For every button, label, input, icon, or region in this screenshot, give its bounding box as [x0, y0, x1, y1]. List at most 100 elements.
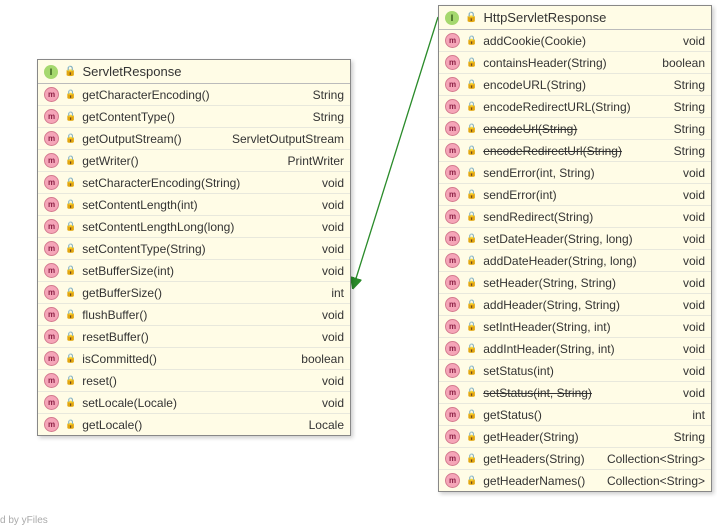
method-icon: m [445, 385, 460, 400]
method-signature: addDateHeader(String, long) [483, 254, 677, 268]
method-signature: getBufferSize() [82, 286, 325, 300]
method-signature: addCookie(Cookie) [483, 34, 677, 48]
method-signature: setStatus(int) [483, 364, 677, 378]
method-row: m🔒setStatus(int)void [439, 359, 711, 381]
lock-icon: 🔒 [65, 155, 76, 166]
lock-icon: 🔒 [65, 331, 76, 342]
method-signature: sendError(int) [483, 188, 677, 202]
class-header: I🔒HttpServletResponse [439, 6, 711, 30]
lock-icon: 🔒 [65, 177, 76, 188]
method-row: m🔒setContentLengthLong(long)void [38, 215, 350, 237]
method-icon: m [445, 165, 460, 180]
method-row: m🔒addIntHeader(String, int)void [439, 337, 711, 359]
method-return-type: String [674, 122, 705, 136]
method-return-type: Locale [309, 418, 344, 432]
method-row: m🔒setStatus(int, String)void [439, 381, 711, 403]
method-signature: getLocale() [82, 418, 302, 432]
method-icon: m [445, 319, 460, 334]
method-signature: encodeURL(String) [483, 78, 667, 92]
method-signature: getHeader(String) [483, 430, 667, 444]
lock-icon: 🔒 [466, 431, 477, 442]
lock-icon: 🔒 [466, 189, 477, 200]
method-icon: m [445, 407, 460, 422]
method-row: m🔒containsHeader(String)boolean [439, 51, 711, 73]
method-icon: m [44, 395, 59, 410]
method-icon: m [44, 241, 59, 256]
lock-icon: 🔒 [466, 35, 477, 46]
class-name: ServletResponse [82, 64, 181, 79]
lock-icon: 🔒 [65, 375, 76, 386]
method-signature: setContentLength(int) [82, 198, 316, 212]
class-name: HttpServletResponse [483, 10, 606, 25]
method-signature: containsHeader(String) [483, 56, 656, 70]
lock-icon: 🔒 [65, 353, 76, 364]
lock-icon: 🔒 [65, 397, 76, 408]
method-return-type: void [683, 166, 705, 180]
lock-icon: 🔒 [466, 321, 477, 332]
method-signature: setContentType(String) [82, 242, 316, 256]
method-row: m 🔒 getBufferSize() int [38, 281, 350, 303]
method-signature: setStatus(int, String) [483, 386, 677, 400]
method-signature: setBufferSize(int) [82, 264, 316, 278]
method-icon: m [44, 219, 59, 234]
lock-icon: 🔒 [65, 133, 76, 144]
method-return-type: String [674, 430, 705, 444]
method-icon: m [445, 143, 460, 158]
lock-icon: 🔒 [466, 299, 477, 310]
method-icon: m [445, 341, 460, 356]
lock-icon: 🔒 [466, 365, 477, 376]
method-return-type: void [683, 34, 705, 48]
method-signature: getHeaders(String) [483, 452, 601, 466]
method-return-type: void [683, 210, 705, 224]
method-row: m🔒encodeUrl(String)String [439, 117, 711, 139]
method-row: m🔒setDateHeader(String, long)void [439, 227, 711, 249]
class-header: I 🔒 ServletResponse [38, 60, 350, 84]
method-icon: m [445, 55, 460, 70]
lock-icon: 🔒 [466, 233, 477, 244]
method-return-type: int [692, 408, 705, 422]
class-box: I🔒HttpServletResponsem🔒addCookie(Cookie)… [438, 5, 712, 492]
method-icon: m [44, 417, 59, 432]
method-row: m🔒getWriter()PrintWriter [38, 149, 350, 171]
method-icon: m [44, 153, 59, 168]
method-return-type: void [322, 242, 344, 256]
lock-icon: 🔒 [466, 255, 477, 266]
method-return-type: void [322, 264, 344, 278]
method-row: m🔒sendError(int)void [439, 183, 711, 205]
lock-icon: 🔒 [466, 475, 477, 486]
method-signature: encodeRedirectUrl(String) [483, 144, 667, 158]
method-icon: m [445, 99, 460, 114]
method-row: m🔒setContentLength(int)void [38, 193, 350, 215]
method-row: m🔒setHeader(String, String)void [439, 271, 711, 293]
lock-icon: 🔒 [466, 211, 477, 222]
lock-icon: 🔒 [64, 66, 76, 77]
method-icon: m [44, 285, 59, 300]
method-icon: m [44, 175, 59, 190]
method-signature: getOutputStream() [82, 132, 226, 146]
method-signature: setHeader(String, String) [483, 276, 677, 290]
method-row: m🔒getOutputStream()ServletOutputStream [38, 127, 350, 149]
method-icon: m [445, 187, 460, 202]
lock-icon: 🔒 [65, 287, 76, 298]
lock-icon: 🔒 [65, 419, 76, 430]
method-icon: m [44, 329, 59, 344]
method-row: m🔒sendRedirect(String)void [439, 205, 711, 227]
lock-icon: 🔒 [65, 111, 76, 122]
method-icon: m [44, 373, 59, 388]
method-return-type: void [322, 198, 344, 212]
method-signature: reset() [82, 374, 316, 388]
lock-icon: 🔒 [466, 101, 477, 112]
interface-icon: I [44, 65, 58, 79]
lock-icon: 🔒 [465, 12, 477, 23]
method-row: m🔒getStatus()int [439, 403, 711, 425]
method-signature: isCommitted() [82, 352, 295, 366]
method-signature: getCharacterEncoding() [82, 88, 306, 102]
method-return-type: int [331, 286, 344, 300]
method-return-type: void [683, 232, 705, 246]
method-icon: m [44, 197, 59, 212]
method-row: m🔒sendError(int, String)void [439, 161, 711, 183]
lock-icon: 🔒 [65, 221, 76, 232]
method-icon: m [445, 121, 460, 136]
class-box: I 🔒 ServletResponse m 🔒 getCharacterEncoding(… [37, 59, 351, 436]
method-return-type: void [683, 276, 705, 290]
